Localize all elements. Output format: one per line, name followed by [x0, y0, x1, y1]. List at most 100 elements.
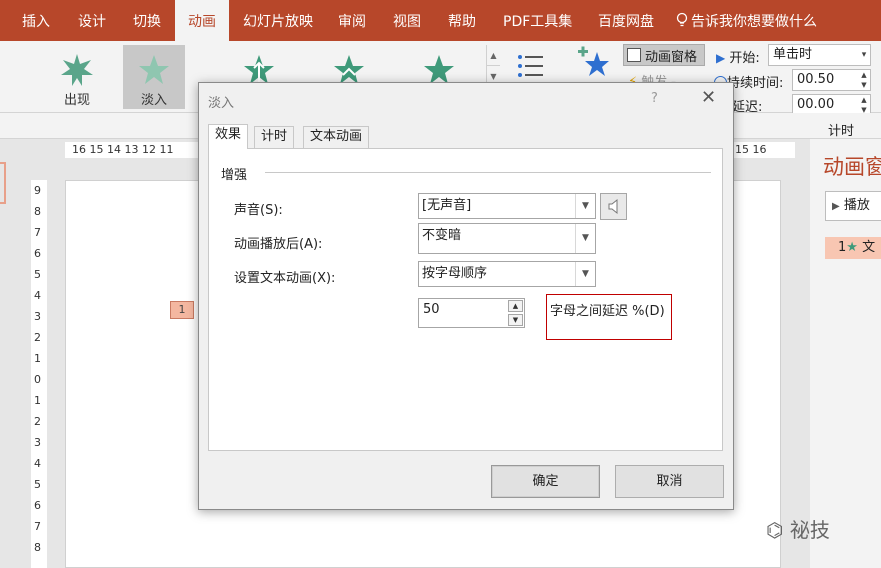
ruler-tick-label: 4 — [34, 457, 41, 470]
animate-text-label: 设置文本动画(X): — [234, 271, 336, 286]
tell-me-label: 告诉我你想要做什么 — [691, 14, 817, 30]
after-animation-select[interactable]: 不变暗 ▼ — [418, 223, 596, 254]
ruler-tick-label: 7 — [34, 226, 41, 239]
fade-star-icon — [139, 55, 169, 84]
ruler-tick-label: 9 — [34, 184, 41, 197]
ruler-tick-label: 1 — [34, 394, 41, 407]
watermark-text: 祕技 — [789, 518, 830, 542]
tab-slideshow[interactable]: 幻灯片放映 — [243, 0, 313, 41]
wechat-icon: ⌬ — [766, 518, 784, 542]
fade-dialog: 淡入 ? ✕ 效果 计时 文本动画 增强 声音(S): [无声音] ▼ 动画播放… — [198, 82, 734, 510]
ruler-tick-label: 2 — [34, 415, 41, 428]
tab-timing[interactable]: 计时 — [254, 126, 295, 148]
animation-pane-button[interactable]: 动画窗格 — [623, 44, 705, 66]
speaker-icon — [608, 198, 618, 215]
dialog-title: 淡入 — [208, 96, 235, 111]
letter-delay-value: 50 — [423, 302, 440, 317]
lightbulb-icon — [676, 12, 688, 27]
duration-input[interactable]: 00.50 ▲ ▼ — [792, 69, 871, 91]
enhancements-group-label: 增强 — [221, 164, 254, 183]
animation-pane: 动画窗 ▶ 播放 1★ 文 — [810, 139, 881, 568]
ruler-tick-label: 2 — [34, 331, 41, 344]
tab-transitions[interactable]: 切换 — [133, 0, 161, 41]
timing-group-label: 计时 — [828, 124, 855, 139]
ruler-tick-label: 8 — [34, 205, 41, 218]
animation-fade-label: 淡入 — [140, 93, 167, 108]
tab-view[interactable]: 视图 — [393, 0, 421, 41]
chevron-down-icon: ▾ — [861, 50, 867, 60]
ruler-tick-label: 3 — [34, 436, 41, 449]
spin-up-icon[interactable]: ▲ — [508, 300, 523, 312]
item-text: 文 — [862, 240, 876, 255]
ruler-right-numbers: 15 16 — [735, 143, 767, 156]
chevron-down-icon: ▼ — [575, 262, 595, 286]
gallery-up-icon[interactable]: ▲ — [487, 45, 500, 66]
start-value: 单击时 — [773, 47, 813, 62]
animate-text-value: 按字母顺序 — [422, 266, 488, 281]
animation-appear-label: 出现 — [63, 93, 90, 108]
spinner-icon[interactable]: ▲ ▼ — [858, 70, 870, 90]
duration-value: 00.50 — [797, 72, 835, 87]
effect-options-icon[interactable] — [517, 53, 545, 79]
group-divider — [265, 172, 711, 173]
tab-text-animation[interactable]: 文本动画 — [303, 126, 370, 148]
tab-animations[interactable]: 动画 — [175, 0, 229, 41]
start-select[interactable]: 单击时 ▾ — [768, 44, 871, 66]
animation-fade[interactable]: 淡入 — [123, 45, 185, 109]
tab-pdf-tools[interactable]: PDF工具集 — [503, 0, 572, 41]
play-icon: ▶ — [832, 201, 840, 212]
tab-baidu-netdisk[interactable]: 百度网盘 — [598, 0, 654, 41]
after-animation-value: 不变暗 — [422, 228, 462, 243]
sound-select[interactable]: [无声音] ▼ — [418, 193, 596, 219]
ruler-tick-label: 0 — [34, 373, 41, 386]
delay-value: 00.00 — [797, 97, 835, 112]
ribbon-tab-bar: 插入 设计 切换 动画 幻灯片放映 审阅 视图 帮助 PDF工具集 百度网盘 告… — [0, 0, 881, 41]
ruler-tick-label: 8 — [34, 541, 41, 554]
vertical-ruler: 9 8 7 6 5 4 3 2 1 0 1 2 3 4 5 6 7 8 — [31, 180, 47, 568]
cancel-button[interactable]: 取消 — [615, 465, 724, 498]
selected-thumbnail[interactable] — [0, 162, 6, 204]
sound-label: 声音(S): — [234, 203, 283, 218]
ruler-tick-label: 1 — [34, 352, 41, 365]
play-button[interactable]: ▶ 播放 — [825, 191, 881, 221]
tab-review[interactable]: 审阅 — [338, 0, 366, 41]
duration-label: 持续时间: — [727, 76, 784, 91]
ruler-tick-label: 6 — [34, 499, 41, 512]
fade-star-icon: ★ — [846, 240, 858, 255]
help-button[interactable]: ? — [651, 91, 658, 106]
letter-delay-label: 字母之间延迟 %(D) — [546, 294, 672, 340]
animation-marker[interactable]: 1 — [170, 301, 194, 319]
ruler-tick-label: 3 — [34, 310, 41, 323]
animation-appear[interactable]: 出现 — [39, 45, 115, 109]
spin-down-icon[interactable]: ▼ — [508, 314, 523, 326]
ruler-tick-label: 6 — [34, 247, 41, 260]
play-label: 播放 — [843, 198, 870, 213]
animate-text-select[interactable]: 按字母顺序 ▼ — [418, 261, 596, 287]
tab-help[interactable]: 帮助 — [448, 0, 476, 41]
ruler-tick-label: 5 — [34, 478, 41, 491]
spinner-icon[interactable]: ▲ ▼ — [858, 95, 870, 115]
ok-button[interactable]: 确定 — [491, 465, 600, 498]
close-icon[interactable]: ✕ — [701, 87, 716, 108]
play-icon: ▶ — [716, 51, 726, 65]
tell-me-search[interactable]: 告诉我你想要做什么 — [676, 0, 817, 41]
sound-value: [无声音] — [422, 198, 472, 213]
animation-pane-label: 动画窗格 — [645, 50, 698, 65]
add-animation-icon[interactable] — [576, 44, 612, 80]
tab-insert[interactable]: 插入 — [22, 0, 50, 41]
ruler-tick-label: 7 — [34, 520, 41, 533]
chevron-down-icon: ▼ — [575, 224, 595, 253]
start-row: ▶ 开始: — [716, 47, 760, 66]
tab-design[interactable]: 设计 — [78, 0, 106, 41]
volume-button[interactable] — [600, 193, 627, 220]
letter-delay-input[interactable]: 50 ▲ ▼ — [418, 298, 525, 328]
animation-pane-title: 动画窗 — [823, 155, 881, 179]
animation-pane-icon — [627, 48, 641, 62]
ruler-left-numbers: 16 15 14 13 12 11 — [72, 143, 174, 156]
chevron-down-icon: ▼ — [575, 194, 595, 218]
after-animation-label: 动画播放后(A): — [234, 237, 323, 252]
tab-effect[interactable]: 效果 — [208, 124, 249, 149]
ruler-tick-label: 4 — [34, 289, 41, 302]
watermark: ⌬ 祕技 — [766, 514, 830, 543]
animation-list-item[interactable]: 1★ 文 — [825, 237, 881, 259]
